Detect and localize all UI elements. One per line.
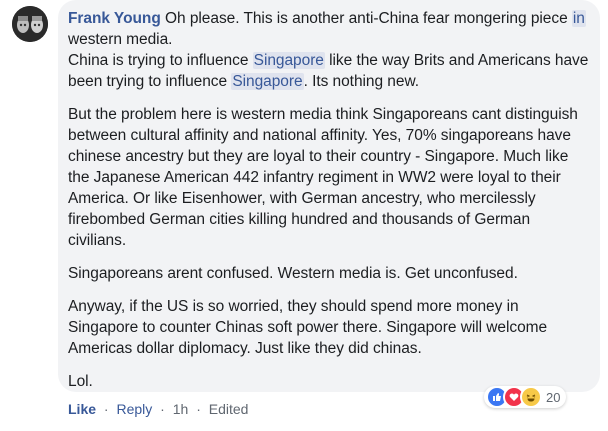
inline-link[interactable]: Singapore bbox=[252, 52, 325, 69]
haha-reaction-icon bbox=[520, 386, 542, 408]
reactions-summary[interactable]: 20 bbox=[484, 386, 567, 408]
separator: · bbox=[196, 401, 201, 417]
comment-text: . Its nothing new. bbox=[303, 73, 419, 90]
like-link[interactable]: Like bbox=[68, 401, 96, 417]
comment-text: China is trying to influence bbox=[68, 52, 253, 69]
inline-link[interactable]: in bbox=[571, 10, 586, 27]
edited-label[interactable]: Edited bbox=[209, 401, 249, 417]
comment-text: Oh please. This is another anti-China fe… bbox=[160, 10, 572, 27]
comment-text: western media. bbox=[68, 31, 173, 48]
avatar[interactable] bbox=[12, 6, 48, 42]
reaction-count: 20 bbox=[546, 389, 561, 405]
separator: · bbox=[160, 401, 165, 417]
comment-actions: Like · Reply · 1h · Edited bbox=[68, 401, 248, 417]
author-name[interactable]: Frank Young bbox=[68, 10, 161, 27]
comment-paragraph-4: Anyway, if the US is so worried, they sh… bbox=[68, 298, 548, 357]
reply-link[interactable]: Reply bbox=[116, 401, 152, 417]
timestamp[interactable]: 1h bbox=[173, 401, 189, 417]
comment-paragraph-3: Singaporeans arent confused. Western med… bbox=[68, 265, 518, 282]
separator: · bbox=[103, 401, 109, 417]
comment-paragraph-2: But the problem here is western media th… bbox=[68, 106, 578, 249]
inline-link[interactable]: Singapore bbox=[231, 73, 304, 90]
comment-paragraph-1: Frank Young Oh please. This is another a… bbox=[68, 8, 590, 92]
avatar-image bbox=[12, 6, 48, 42]
comment-bubble: Frank Young Oh please. This is another a… bbox=[58, 0, 600, 392]
